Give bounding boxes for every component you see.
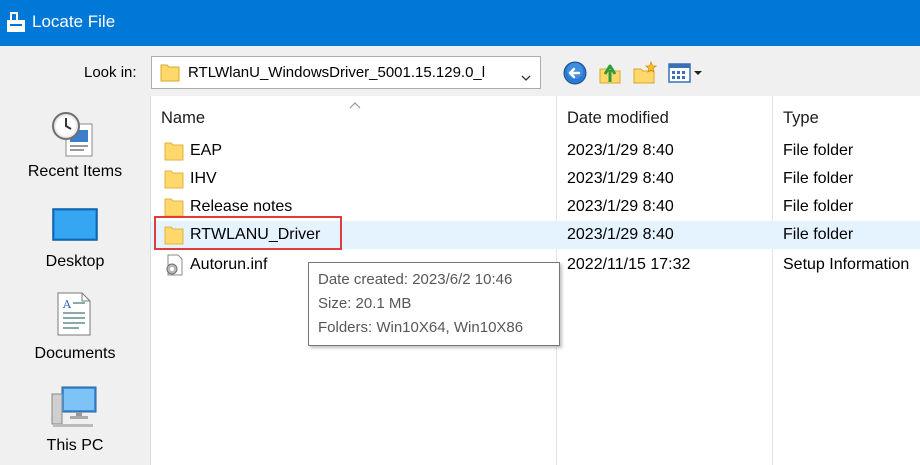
file-type: File folder <box>783 170 854 187</box>
look-in-path: RTLWlanU_WindowsDriver_5001.15.129.0_l <box>188 64 486 81</box>
column-header-date-modified[interactable]: Date modified <box>567 109 669 128</box>
place-desktop[interactable]: Desktop <box>0 206 150 276</box>
file-date: 2022/11/15 17:32 <box>567 256 691 273</box>
places-bar: Recent Items Desktop A Documents This PC <box>0 96 150 465</box>
column-header-name[interactable]: Name <box>161 109 205 128</box>
look-in-dropdown[interactable]: RTLWlanU_WindowsDriver_5001.15.129.0_l <box>151 56 541 89</box>
column-header-type[interactable]: Type <box>783 109 819 128</box>
file-type: Setup Information <box>783 256 910 273</box>
file-name: Autorun.inf <box>190 256 268 273</box>
window-title: Locate File <box>32 12 116 31</box>
folder-icon <box>164 168 184 195</box>
chevron-down-icon[interactable] <box>521 69 531 87</box>
file-date: 2023/1/29 8:40 <box>567 142 674 159</box>
folder-icon <box>160 63 180 87</box>
file-list[interactable]: Name Date modified Type EAP 2023/1/29 8:… <box>150 96 920 465</box>
highlight-annotation <box>154 216 342 250</box>
file-row[interactable]: EAP 2023/1/29 8:40 File folder <box>151 137 920 165</box>
back-icon[interactable] <box>562 60 588 86</box>
file-name: EAP <box>190 142 223 159</box>
svg-text:A: A <box>62 298 72 311</box>
app-icon <box>6 11 26 33</box>
tooltip-size: Size: 20.1 MB <box>318 295 412 312</box>
new-folder-icon[interactable] <box>632 60 658 86</box>
recent-items-icon <box>50 110 98 163</box>
file-type: File folder <box>783 198 854 215</box>
view-menu-icon[interactable] <box>667 60 705 86</box>
place-label: Documents <box>34 345 116 362</box>
tooltip-folders: Folders: Win10X64, Win10X86 <box>318 319 524 336</box>
place-this-pc[interactable]: This PC <box>0 386 150 462</box>
file-row[interactable]: IHV 2023/1/29 8:40 File folder <box>151 165 920 193</box>
file-date: 2023/1/29 8:40 <box>567 226 674 243</box>
file-tooltip: Date created: 2023/6/2 10:46 Size: 20.1 … <box>308 262 560 346</box>
this-pc-icon <box>50 386 98 433</box>
documents-icon: A <box>55 292 93 341</box>
title-bar: Locate File <box>0 0 920 46</box>
tooltip-date-created: Date created: 2023/6/2 10:46 <box>318 271 513 288</box>
setup-file-icon <box>164 254 184 281</box>
desktop-icon <box>52 208 98 251</box>
file-type: File folder <box>783 226 854 243</box>
folder-icon <box>164 140 184 167</box>
place-label: Desktop <box>45 253 105 270</box>
file-type: File folder <box>783 142 854 159</box>
place-label: Recent Items <box>27 163 123 180</box>
place-documents[interactable]: A Documents <box>0 292 150 368</box>
file-name: Release notes <box>190 198 293 215</box>
up-folder-icon[interactable] <box>597 60 623 86</box>
file-name: IHV <box>190 170 217 187</box>
file-date: 2023/1/29 8:40 <box>567 198 674 215</box>
sort-ascending-icon <box>349 96 361 114</box>
place-label: This PC <box>46 437 104 454</box>
file-date: 2023/1/29 8:40 <box>567 170 674 187</box>
place-recent-items[interactable]: Recent Items <box>0 110 150 196</box>
look-in-label: Look in: <box>84 64 137 81</box>
